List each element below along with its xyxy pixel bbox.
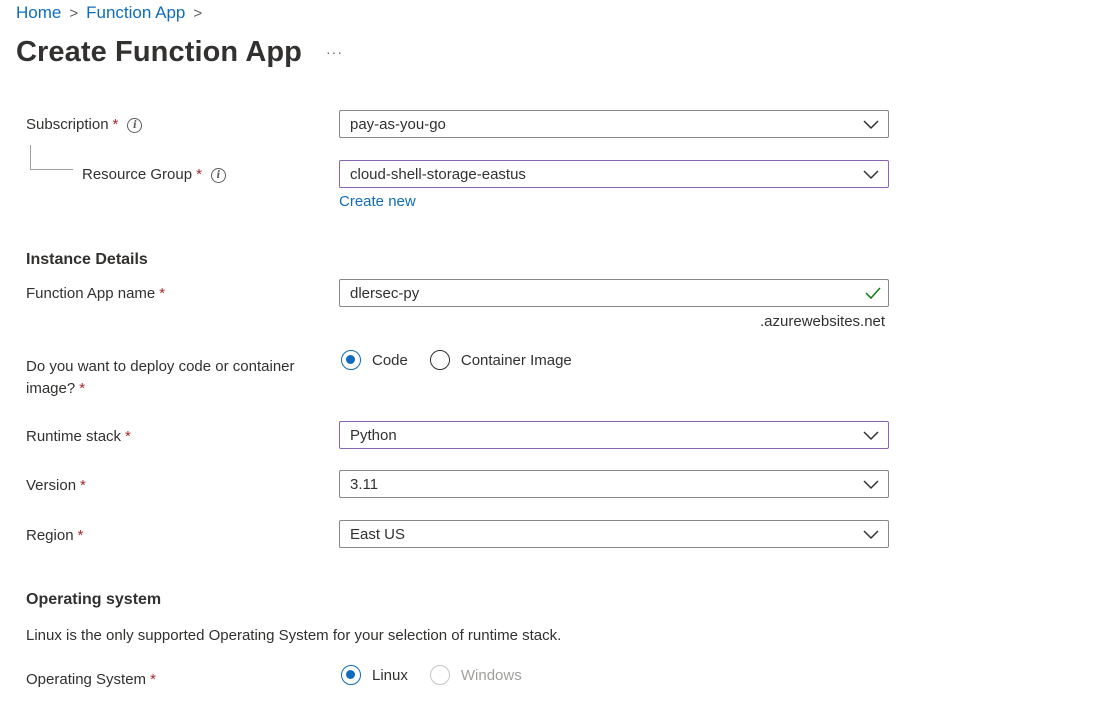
- deploy-type-radio-group: Code Container Image: [341, 350, 582, 370]
- required-marker: *: [159, 285, 166, 302]
- radio-container-image-label: Container Image: [460, 351, 572, 369]
- tree-connector: [30, 145, 73, 170]
- chevron-down-icon: [863, 120, 879, 130]
- domain-suffix: .azurewebsites.net: [760, 313, 886, 330]
- radio-code-label: Code: [372, 351, 408, 369]
- required-marker: *: [196, 166, 202, 183]
- more-options-icon[interactable]: ···: [326, 44, 343, 60]
- info-icon[interactable]: i: [210, 168, 226, 183]
- radio-linux[interactable]: Linux: [341, 665, 408, 685]
- runtime-stack-label: Runtime stack *: [26, 428, 131, 445]
- runtime-stack-label-text: Runtime stack: [26, 428, 122, 445]
- function-app-name-label: Function App name *: [26, 285, 165, 302]
- operating-system-label: Operating System *: [26, 671, 156, 688]
- radio-selected-indicator[interactable]: [341, 665, 361, 685]
- deploy-type-label: Do you want to deploy code or container …: [26, 356, 295, 400]
- radio-windows-label: Windows: [460, 666, 522, 684]
- operating-system-note: Linux is the only supported Operating Sy…: [26, 627, 562, 644]
- os-radio-group: Linux Windows: [341, 665, 532, 685]
- region-dropdown[interactable]: East US: [339, 520, 889, 548]
- deploy-type-label-line2: image?: [26, 380, 76, 397]
- chevron-down-icon: [863, 431, 879, 441]
- function-app-name-input[interactable]: dlersec-py: [339, 279, 889, 307]
- breadcrumb-separator: >: [69, 4, 79, 22]
- chevron-down-icon: [863, 480, 879, 490]
- radio-selected-indicator[interactable]: [341, 350, 361, 370]
- breadcrumb: Home > Function App >: [16, 3, 210, 23]
- subscription-label: Subscription * i: [26, 116, 143, 133]
- required-marker: *: [80, 477, 86, 494]
- region-value: East US: [350, 526, 406, 543]
- region-label: Region *: [26, 527, 83, 544]
- radio-windows: Windows: [429, 665, 522, 685]
- resource-group-label: Resource Group * i: [82, 166, 226, 183]
- subscription-dropdown[interactable]: pay-as-you-go: [339, 110, 889, 138]
- chevron-down-icon: [863, 530, 879, 540]
- required-marker: *: [150, 671, 156, 688]
- radio-code[interactable]: Code: [341, 350, 408, 370]
- version-value: 3.11: [350, 476, 379, 493]
- breadcrumb-home-link[interactable]: Home: [16, 3, 61, 23]
- runtime-stack-value: Python: [350, 427, 397, 444]
- required-marker: *: [77, 527, 84, 544]
- breadcrumb-separator: >: [193, 4, 203, 22]
- operating-system-label-text: Operating System: [26, 671, 147, 688]
- version-dropdown[interactable]: 3.11: [339, 470, 889, 498]
- region-label-text: Region: [26, 527, 74, 544]
- version-label: Version *: [26, 477, 86, 494]
- radio-container-image[interactable]: Container Image: [429, 350, 572, 370]
- subscription-value: pay-as-you-go: [350, 116, 446, 133]
- checkmark-icon: [865, 287, 881, 300]
- radio-indicator[interactable]: [429, 350, 450, 370]
- instance-details-heading: Instance Details: [26, 251, 148, 268]
- resource-group-label-text: Resource Group: [82, 166, 193, 183]
- subscription-label-text: Subscription: [26, 116, 109, 133]
- page-title: Create Function App: [16, 36, 302, 68]
- radio-linux-label: Linux: [372, 666, 408, 684]
- breadcrumb-function-app-link[interactable]: Function App: [86, 3, 185, 23]
- deploy-type-label-line1: Do you want to deploy code or container: [26, 358, 295, 375]
- create-new-link[interactable]: Create new: [339, 193, 416, 210]
- required-marker: *: [112, 116, 119, 133]
- function-app-name-value: dlersec-py: [350, 285, 420, 302]
- info-icon[interactable]: i: [127, 118, 143, 133]
- required-marker: *: [79, 380, 86, 397]
- runtime-stack-dropdown[interactable]: Python: [339, 421, 889, 449]
- operating-system-heading: Operating system: [26, 591, 162, 608]
- function-app-name-label-text: Function App name: [26, 285, 156, 302]
- radio-indicator: [429, 665, 450, 685]
- resource-group-value: cloud-shell-storage-eastus: [350, 166, 526, 183]
- required-marker: *: [125, 428, 131, 445]
- resource-group-dropdown[interactable]: cloud-shell-storage-eastus: [339, 160, 889, 188]
- chevron-down-icon: [863, 170, 879, 180]
- version-label-text: Version: [26, 477, 77, 494]
